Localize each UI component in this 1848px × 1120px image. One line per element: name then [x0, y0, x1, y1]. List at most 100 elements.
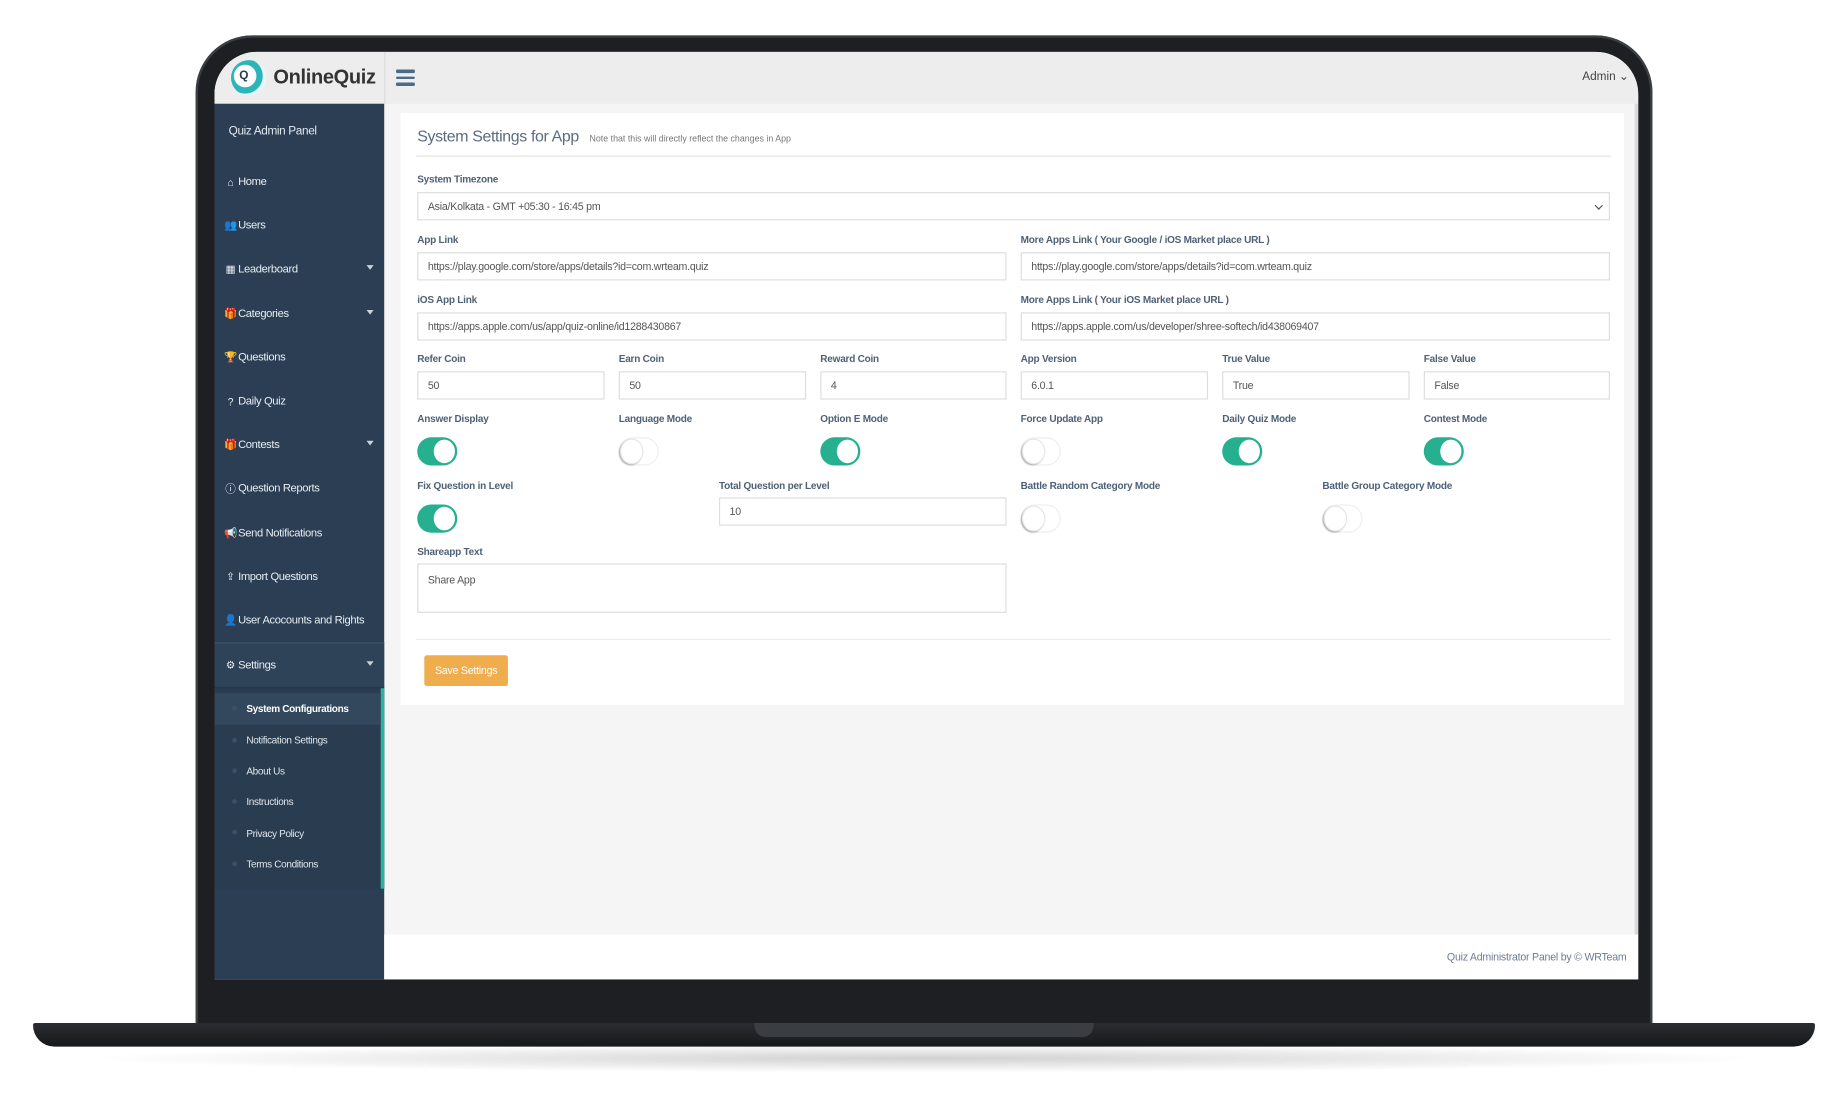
sidebar: Quiz Admin Panel ⌂ Home 👥 Users ▦ Leaderboard…: [214, 103, 385, 980]
refer-coin-label: Refer Coin: [417, 352, 466, 365]
upload-icon: ⇪: [226, 570, 235, 582]
sidebar-item-label: Leaderboard: [238, 263, 298, 277]
chevron-down-icon: [1594, 201, 1603, 210]
laptop-notch: [754, 1023, 1094, 1038]
sidebar-item-label: Daily Quiz: [238, 394, 286, 408]
force-update-app-toggle[interactable]: [1020, 437, 1061, 466]
footer-divider: [416, 638, 1612, 640]
settings-submenu: System Configurations Notification Settin…: [214, 688, 385, 889]
caret-down-icon: [366, 661, 374, 666]
caret-down-icon: [366, 309, 374, 315]
sidebar-item-leaderboard[interactable]: ▦ Leaderboard: [215, 248, 385, 292]
true-value-input[interactable]: True: [1222, 371, 1410, 400]
sidebar-item-label: Import Questions: [238, 570, 318, 584]
contest-mode-toggle[interactable]: [1423, 437, 1464, 466]
sidebar-item-send-notifications[interactable]: 📢 Send Notifications: [215, 511, 385, 555]
gift-icon: 🎁: [223, 307, 237, 319]
sidebar-item-label: User Acocounts and Rights: [238, 614, 365, 627]
gear-icon: ⚙: [225, 659, 236, 671]
earn-coin-label: Earn Coin: [618, 352, 664, 365]
more-apps-link-input[interactable]: https://play.google.com/store/apps/detai…: [1020, 252, 1610, 281]
fix-question-toggle[interactable]: [417, 504, 458, 533]
shareapp-text-label: Shareapp Text: [417, 545, 483, 558]
gift-icon: 🎁: [223, 438, 237, 451]
sidebar-item-settings[interactable]: ⚙ Settings: [214, 642, 385, 689]
true-value-label: True Value: [1222, 352, 1270, 365]
sidebar-item-label: Settings: [238, 659, 276, 672]
sidebar-item-home[interactable]: ⌂ Home: [215, 160, 385, 204]
sidebar-item-label: Users: [238, 219, 266, 233]
earn-coin-input[interactable]: 50: [618, 371, 807, 400]
refer-coin-input[interactable]: 50: [417, 371, 605, 400]
sidebar-item-categories[interactable]: 🎁 Categories: [215, 292, 385, 336]
battle-random-toggle[interactable]: [1020, 504, 1061, 533]
more-apps-ios-input[interactable]: https://apps.apple.com/us/developer/shre…: [1020, 312, 1610, 341]
reward-coin-input[interactable]: 4: [820, 371, 1007, 400]
screen: Q OnlineQuiz Admin ⌄ Quiz Admin Panel ⌂ H…: [214, 51, 1639, 980]
sidebar-item-daily-quiz[interactable]: ? Daily Quiz: [215, 379, 385, 423]
battle-group-label: Battle Group Category Mode: [1322, 479, 1453, 492]
more-apps-ios-label: More Apps Link ( Your iOS Market place U…: [1020, 293, 1229, 306]
page-title: System Settings for App: [417, 127, 579, 145]
sidebar-item-label: Questions: [238, 351, 286, 365]
admin-label: Admin: [1582, 70, 1616, 84]
battle-group-toggle[interactable]: [1322, 504, 1363, 533]
logo-icon: Q: [231, 60, 267, 96]
brand[interactable]: Q OnlineQuiz: [214, 51, 386, 104]
page-footer: Quiz Administrator Panel by © WRTeam: [384, 934, 1639, 980]
total-question-input[interactable]: 10: [718, 497, 1007, 526]
sidebar-item-contests[interactable]: 🎁 Contests: [215, 423, 385, 467]
header-divider: [416, 155, 1612, 157]
bullhorn-icon: 📢: [223, 526, 237, 539]
sidebar-item-label: Contests: [238, 438, 280, 452]
language-mode-label: Language Mode: [618, 412, 692, 425]
laptop-mockup: Q OnlineQuiz Admin ⌄ Quiz Admin Panel ⌂ H…: [0, 0, 1848, 1120]
sidebar-item-users[interactable]: 👥 Users: [215, 204, 385, 248]
sidebar-item-questions[interactable]: 🏆 Questions: [215, 336, 385, 380]
admin-user-menu[interactable]: Admin ⌄: [1582, 71, 1629, 84]
shareapp-text-textarea[interactable]: Share App: [417, 563, 1007, 613]
settings-card: System Settings for App Note that this w…: [400, 113, 1625, 705]
save-settings-button[interactable]: Save Settings: [424, 655, 508, 686]
option-e-mode-toggle[interactable]: [820, 437, 861, 466]
timezone-select[interactable]: Asia/Kolkata - GMT +05:30 - 16:45 pm: [417, 192, 1610, 221]
submenu-item-privacy-policy[interactable]: Privacy Policy: [215, 817, 381, 848]
contest-mode-label: Contest Mode: [1423, 412, 1488, 425]
submenu-item-terms-conditions[interactable]: Terms Conditions: [215, 848, 381, 879]
hamburger-menu-icon[interactable]: [396, 66, 415, 87]
scrollbar[interactable]: [1634, 103, 1639, 935]
fix-question-label: Fix Question in Level: [417, 479, 514, 492]
brand-name: OnlineQuiz: [273, 66, 376, 89]
more-apps-link-label: More Apps Link ( Your Google / iOS Marke…: [1020, 233, 1270, 246]
sidebar-item-import-questions[interactable]: ⇪ Import Questions: [215, 555, 385, 599]
timezone-value: Asia/Kolkata - GMT +05:30 - 16:45 pm: [427, 200, 601, 213]
card-header: System Settings for App Note that this w…: [417, 127, 791, 145]
caret-down-icon: [366, 265, 374, 271]
sidebar-item-user-acocounts-and-rights[interactable]: 👤 User Acocounts and Rights: [215, 599, 385, 643]
footer-credit: Quiz Administrator Panel by © WRTeam: [1446, 951, 1627, 963]
false-value-input[interactable]: False: [1423, 371, 1610, 400]
submenu-item-about-us[interactable]: About Us: [215, 755, 381, 786]
users-icon: 👥: [223, 219, 237, 232]
trophy-icon: 🏆: [223, 351, 237, 363]
submenu-item-instructions[interactable]: Instructions: [215, 786, 381, 817]
false-value-label: False Value: [1423, 352, 1476, 365]
daily-quiz-mode-toggle[interactable]: [1222, 437, 1263, 466]
sidebar-item-question-reports[interactable]: ⓘ Question Reports: [215, 467, 385, 511]
question-icon: ?: [227, 395, 234, 408]
page-note: Note that this will directly reflect the…: [589, 133, 791, 144]
reward-coin-label: Reward Coin: [820, 352, 879, 365]
table-icon: ▦: [225, 263, 236, 276]
answer-display-toggle[interactable]: [417, 437, 458, 466]
submenu-item-system-configurations[interactable]: System Configurations: [214, 693, 381, 725]
sidebar-item-label: Send Notifications: [238, 526, 322, 540]
language-mode-toggle[interactable]: [618, 437, 659, 466]
app-version-input[interactable]: 6.0.1: [1020, 371, 1209, 400]
logo-text: Q: [239, 69, 249, 83]
submenu-item-notification-settings[interactable]: Notification Settings: [215, 724, 381, 755]
option-e-mode-label: Option E Mode: [820, 412, 888, 425]
sidebar-panel-title: Quiz Admin Panel: [228, 124, 317, 138]
ios-app-link-input[interactable]: https://apps.apple.com/us/app/quiz-onlin…: [417, 312, 1007, 341]
sidebar-item-label: Categories: [238, 307, 289, 321]
app-link-input[interactable]: https://play.google.com/store/apps/detai…: [417, 252, 1007, 281]
